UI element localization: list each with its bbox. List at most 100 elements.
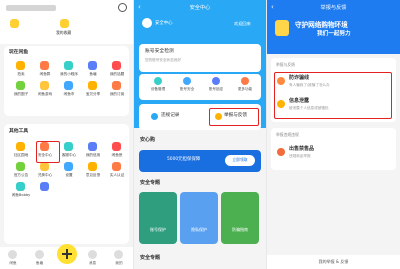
fun-item-6[interactable]: 闲鱼游戏 xyxy=(33,80,57,98)
fun-item-1[interactable]: 闲鱼群 xyxy=(33,60,57,78)
tool-item-0[interactable]: 社区园地 xyxy=(9,141,33,159)
tool-item-5[interactable]: 官方公告 xyxy=(9,161,33,179)
tool-item-7[interactable]: 设置 xyxy=(57,161,81,179)
claim-button[interactable]: 立即领取 xyxy=(225,155,255,166)
topic-label: 防骗指南 xyxy=(232,227,248,232)
tool-item-11[interactable] xyxy=(33,181,57,199)
tool-item-8[interactable]: 意见反馈 xyxy=(81,161,105,179)
security-center-screen: ‹ 安全中心 安全中心 欢迎回来 账号安全检测 您的账号安全状态良好 设备管理账… xyxy=(134,0,266,269)
tool-item-10[interactable]: 闲鱼Bobby xyxy=(9,181,33,199)
shop-icon[interactable] xyxy=(10,19,19,28)
tool-item-4[interactable]: 闲鱼侠 xyxy=(105,141,129,159)
feature-3[interactable]: 更多功能 xyxy=(234,77,256,93)
settings-icon[interactable] xyxy=(118,3,127,12)
feature-1[interactable]: 账号安全 xyxy=(176,77,198,93)
tab-0[interactable]: 闲鱼 xyxy=(0,248,26,268)
tool-item-3[interactable]: 我的信用 xyxy=(81,141,105,159)
fun-item-icon xyxy=(112,61,121,70)
fun-item-4[interactable]: 我的话题 xyxy=(105,60,129,78)
topic-label: 账号保护 xyxy=(150,227,166,232)
fun-item-label: 我的订阅 xyxy=(109,92,125,96)
tab-label: 鱼塘 xyxy=(35,261,44,265)
tab-icon xyxy=(8,250,17,259)
fun-item-label: 我的话题 xyxy=(109,72,125,76)
avatar xyxy=(142,18,152,28)
safe-buy-banner[interactable]: 5000元担保保障 立即领取 xyxy=(139,150,261,172)
tab-label: 消息 xyxy=(88,261,97,265)
banner-line2: 我们一起努力 xyxy=(317,31,351,37)
topic-card-2[interactable]: 防骗指南 xyxy=(221,192,259,244)
tool-item-label: 我的信用 xyxy=(85,153,101,157)
feature-0[interactable]: 设备管理 xyxy=(147,77,169,93)
fun-item-icon xyxy=(16,61,25,70)
feature-label: 账号安全 xyxy=(179,87,195,91)
fun-item-label: 我的圈子 xyxy=(13,92,29,96)
fun-item-5[interactable]: 我的圈子 xyxy=(9,80,33,98)
fun-item-icon xyxy=(64,61,73,70)
tab-icon xyxy=(34,250,44,259)
tool-item-icon xyxy=(40,162,49,171)
page-title: 安全中心 xyxy=(189,5,211,11)
feature-2[interactable]: 账号锁定 xyxy=(205,77,227,93)
fun-item-8[interactable]: 宝贝分享 xyxy=(81,80,105,98)
sell-plus-button[interactable] xyxy=(57,244,77,264)
safe-buy-promo: 5000元担保保障 xyxy=(167,157,201,162)
account-check-card[interactable]: 账号安全检测 您的账号安全状态良好 xyxy=(139,44,261,72)
tool-item-9[interactable]: 实人认证 xyxy=(105,161,129,179)
section-title: 举报与反馈 xyxy=(276,62,295,67)
section-title: 玩在闲鱼 xyxy=(9,50,29,55)
tool-item-icon xyxy=(40,182,49,191)
record-icon xyxy=(151,113,158,120)
fun-item-3[interactable]: 鱼塘 xyxy=(81,60,105,78)
topic-card-0[interactable]: 账号保护 xyxy=(139,192,177,244)
fraud-section: 举报与反馈 防诈骗线 有人骗我了/被骗了怎么办 信息泄露 被泄露个人信息或被骚扰 xyxy=(271,58,396,122)
tool-item-label: 客服中心 xyxy=(61,153,77,157)
section-title: 其他工具 xyxy=(9,129,29,134)
account-check-title: 账号安全检测 xyxy=(145,49,174,54)
fun-item-label: 我的小程序 xyxy=(60,72,78,76)
fun-item-9[interactable]: 我的订阅 xyxy=(105,80,129,98)
profile-screen: 我的收藏 玩在闲鱼 拍卖 闲鱼群 我的小程序 鱼塘 我的话题 我的圈子 闲鱼游戏 闲鱼币 宝贝分… xyxy=(0,0,133,269)
page-title: 举报与反馈 xyxy=(320,5,347,11)
feature-label: 账号锁定 xyxy=(208,87,224,91)
my-reports-link[interactable]: 我的举报 & 反馈 xyxy=(267,260,400,264)
favorite-icon[interactable] xyxy=(60,19,69,28)
tool-item-label: 意见反馈 xyxy=(85,173,101,177)
tool-item-label: 实人认证 xyxy=(109,173,125,177)
safe-buy-title: 安心购 xyxy=(140,137,156,143)
footer-title: 安全专题 xyxy=(140,255,161,261)
fun-section: 玩在闲鱼 拍卖 闲鱼群 我的小程序 鱼塘 我的话题我的圈子 闲鱼游戏 闲鱼币 宝贝分享 我的订阅 xyxy=(4,46,129,116)
banner-line1: 守护网络购物环境 xyxy=(295,21,348,29)
prohibited-row-title[interactable]: 出售禁售品 xyxy=(289,147,314,152)
tool-item-label: 社区园地 xyxy=(13,153,29,157)
tool-item-2[interactable]: 客服中心 xyxy=(57,141,81,159)
welcome-text: 欢迎回来 xyxy=(234,21,251,26)
tool-item-icon xyxy=(64,162,73,171)
fun-item-label: 闲鱼币 xyxy=(63,92,75,96)
fun-item-2[interactable]: 我的小程序 xyxy=(57,60,81,78)
tab-icon xyxy=(114,250,123,259)
fun-item-icon xyxy=(40,81,49,90)
fun-item-7[interactable]: 闲鱼币 xyxy=(57,80,81,98)
tab-label: 我的 xyxy=(115,261,123,265)
tool-item-icon xyxy=(112,162,121,171)
topic-card-1[interactable]: 隐私保护 xyxy=(180,192,218,244)
tab-1[interactable]: 鱼塘 xyxy=(27,248,53,268)
highlight-security-center xyxy=(36,141,60,163)
tab-4[interactable]: 我的 xyxy=(106,248,132,268)
fun-item-icon xyxy=(40,61,49,70)
prohibited-icon xyxy=(277,148,285,156)
tool-item-label: 闲鱼侠 xyxy=(111,153,123,157)
tab-3[interactable]: 消息 xyxy=(80,248,106,268)
section-title: 举报违规违规 xyxy=(276,132,299,137)
bottom-bar: 我的举报 & 反馈 xyxy=(267,255,400,269)
fun-item-icon xyxy=(88,81,97,90)
fun-item-0[interactable]: 拍卖 xyxy=(9,60,33,78)
tool-item-6[interactable]: 兑换中心 xyxy=(33,161,57,179)
fun-item-icon xyxy=(64,81,73,90)
tool-item-label: 兑换中心 xyxy=(37,173,53,177)
tool-item-icon xyxy=(88,142,97,151)
favorites-link[interactable]: 我的收藏 xyxy=(56,31,71,35)
records-link[interactable]: 违规记录 xyxy=(161,113,179,119)
feature-icon xyxy=(154,77,162,85)
